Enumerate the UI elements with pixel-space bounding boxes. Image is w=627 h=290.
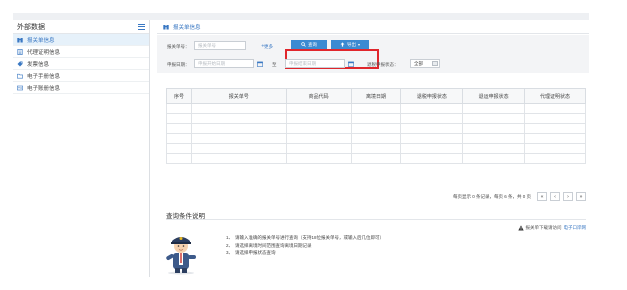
declaration-no-input[interactable] [194, 41, 246, 50]
sidebar-title: 外部数据 [17, 23, 45, 31]
table-row [166, 123, 586, 134]
sidebar-item-label: 电子手册信息 [27, 73, 61, 80]
calendar-icon[interactable] [348, 61, 354, 67]
sidebar: 外部数据 报关单信息 代理证明信息 发票信息 电子手册信息 电子账册信息 [13, 20, 150, 277]
pagination: 每页显示 0 条记录，每页 6 条，共 0 页 « ‹ › » [453, 192, 586, 201]
plus-icon: + [261, 44, 265, 49]
last-page-button[interactable]: » [576, 192, 586, 201]
sidebar-item-label: 电子账册信息 [27, 85, 61, 92]
start-date-input[interactable] [194, 59, 254, 68]
customs-officer-illustration [166, 237, 196, 275]
dropdown-arrow-icon [432, 61, 438, 66]
sidebar-item-e-manual[interactable]: 电子手册信息 [13, 70, 149, 82]
e-port-link[interactable]: 电子口岸网 [564, 225, 587, 231]
sidebar-header: 外部数据 [13, 20, 149, 34]
sidebar-item-e-account[interactable]: 电子账册信息 [13, 82, 149, 94]
col-return-status: 退运申报状态 [462, 88, 526, 104]
calendar-icon[interactable] [257, 61, 263, 67]
download-notice-text: 报关单下载请访问 [525, 225, 562, 230]
export-button[interactable]: 导出 ▾ [331, 40, 369, 49]
breadcrumb-label: 报关单信息 [173, 24, 201, 31]
list-item: 3、 请选择申报状态查询 [226, 250, 276, 255]
export-button-label: 导出 [346, 41, 356, 47]
help-notes: 1、 请输入准确的报关单号进行查询（支持18位报关单号，或输入后几位即可） 2、请… [226, 235, 384, 258]
sidebar-menu: 报关单信息 代理证明信息 发票信息 电子手册信息 电子账册信息 [13, 34, 149, 94]
more-link[interactable]: 更多 [264, 44, 273, 50]
breadcrumb: 报关单信息 [157, 20, 589, 34]
col-index: 序号 [166, 88, 192, 104]
sidebar-item-declaration[interactable]: 报关单信息 [13, 34, 149, 46]
hamburger-menu-icon[interactable] [138, 23, 145, 30]
table-row [166, 103, 586, 114]
start-date-label: 申报日期： [167, 62, 190, 67]
table-row [166, 113, 586, 124]
table-body [166, 103, 586, 164]
upload-icon [340, 42, 345, 47]
sidebar-item-label: 发票信息 [27, 61, 50, 68]
pagination-info: 每页显示 0 条记录，每页 6 条，共 0 页 [452, 193, 531, 199]
status-select[interactable]: 全部 [410, 59, 440, 68]
col-agency-status: 代理证明状态 [524, 88, 586, 104]
col-exit-date: 离境日期 [350, 88, 402, 104]
table-row [166, 133, 586, 144]
top-bar [13, 13, 589, 20]
col-tax-refund-status: 退税申报状态 [400, 88, 464, 104]
status-label: 退税申报状态： [367, 62, 399, 67]
query-button[interactable]: 查询 [291, 40, 327, 49]
status-select-value: 全部 [414, 60, 423, 66]
table-row [166, 143, 586, 154]
declaration-table: 序号 报关单号 商品代码 离境日期 退税申报状态 退运申报状态 代理证明状态 [166, 88, 586, 164]
binoculars-icon [163, 24, 169, 30]
declaration-no-label: 报关单号： [167, 44, 190, 49]
tag-icon [17, 61, 23, 67]
list-item: 2、 请选择离境时间范围查询离境日期记录 [226, 242, 312, 248]
search-icon [301, 42, 306, 47]
table-row [166, 153, 586, 164]
id-card-icon [17, 85, 23, 91]
sidebar-item-agency-proof[interactable]: 代理证明信息 [13, 46, 149, 58]
col-goods-code: 商品代码 [285, 88, 352, 104]
first-page-button[interactable]: « [537, 192, 547, 201]
divider [166, 219, 586, 220]
caret-down-icon: ▾ [357, 42, 360, 47]
search-panel: 报关单号： 更多 + 查询 导出 ▾ 申报日期： 至 退税申报状态： 全部 [157, 35, 589, 73]
main-panel: 报关单信息 报关单号： 更多 + 查询 导出 ▾ 申报日期： 至 退税申报状态：… [157, 20, 589, 277]
list-item: 1、 请输入准确的报关单号进行查询（支持18位报关单号，或输入后几位即可） [226, 235, 385, 240]
table-header-row: 序号 报关单号 商品代码 离境日期 退税申报状态 退运申报状态 代理证明状态 [166, 88, 586, 104]
download-notice: 报关单下载请访问 电子口岸网 [517, 225, 587, 231]
to-label: 至 [272, 62, 277, 67]
folder-icon [17, 73, 23, 79]
end-date-input[interactable] [285, 59, 345, 68]
col-declaration-no: 报关单号 [190, 88, 287, 104]
binoculars-icon [17, 37, 23, 43]
query-button-label: 查询 [308, 41, 317, 47]
sidebar-item-label: 代理证明信息 [27, 49, 61, 56]
sidebar-item-label: 报关单信息 [27, 37, 55, 44]
warning-icon [517, 225, 524, 231]
prev-page-button[interactable]: ‹ [550, 192, 560, 201]
sidebar-item-invoice[interactable]: 发票信息 [13, 58, 149, 70]
next-page-button[interactable]: › [563, 192, 573, 201]
document-icon [17, 48, 23, 55]
